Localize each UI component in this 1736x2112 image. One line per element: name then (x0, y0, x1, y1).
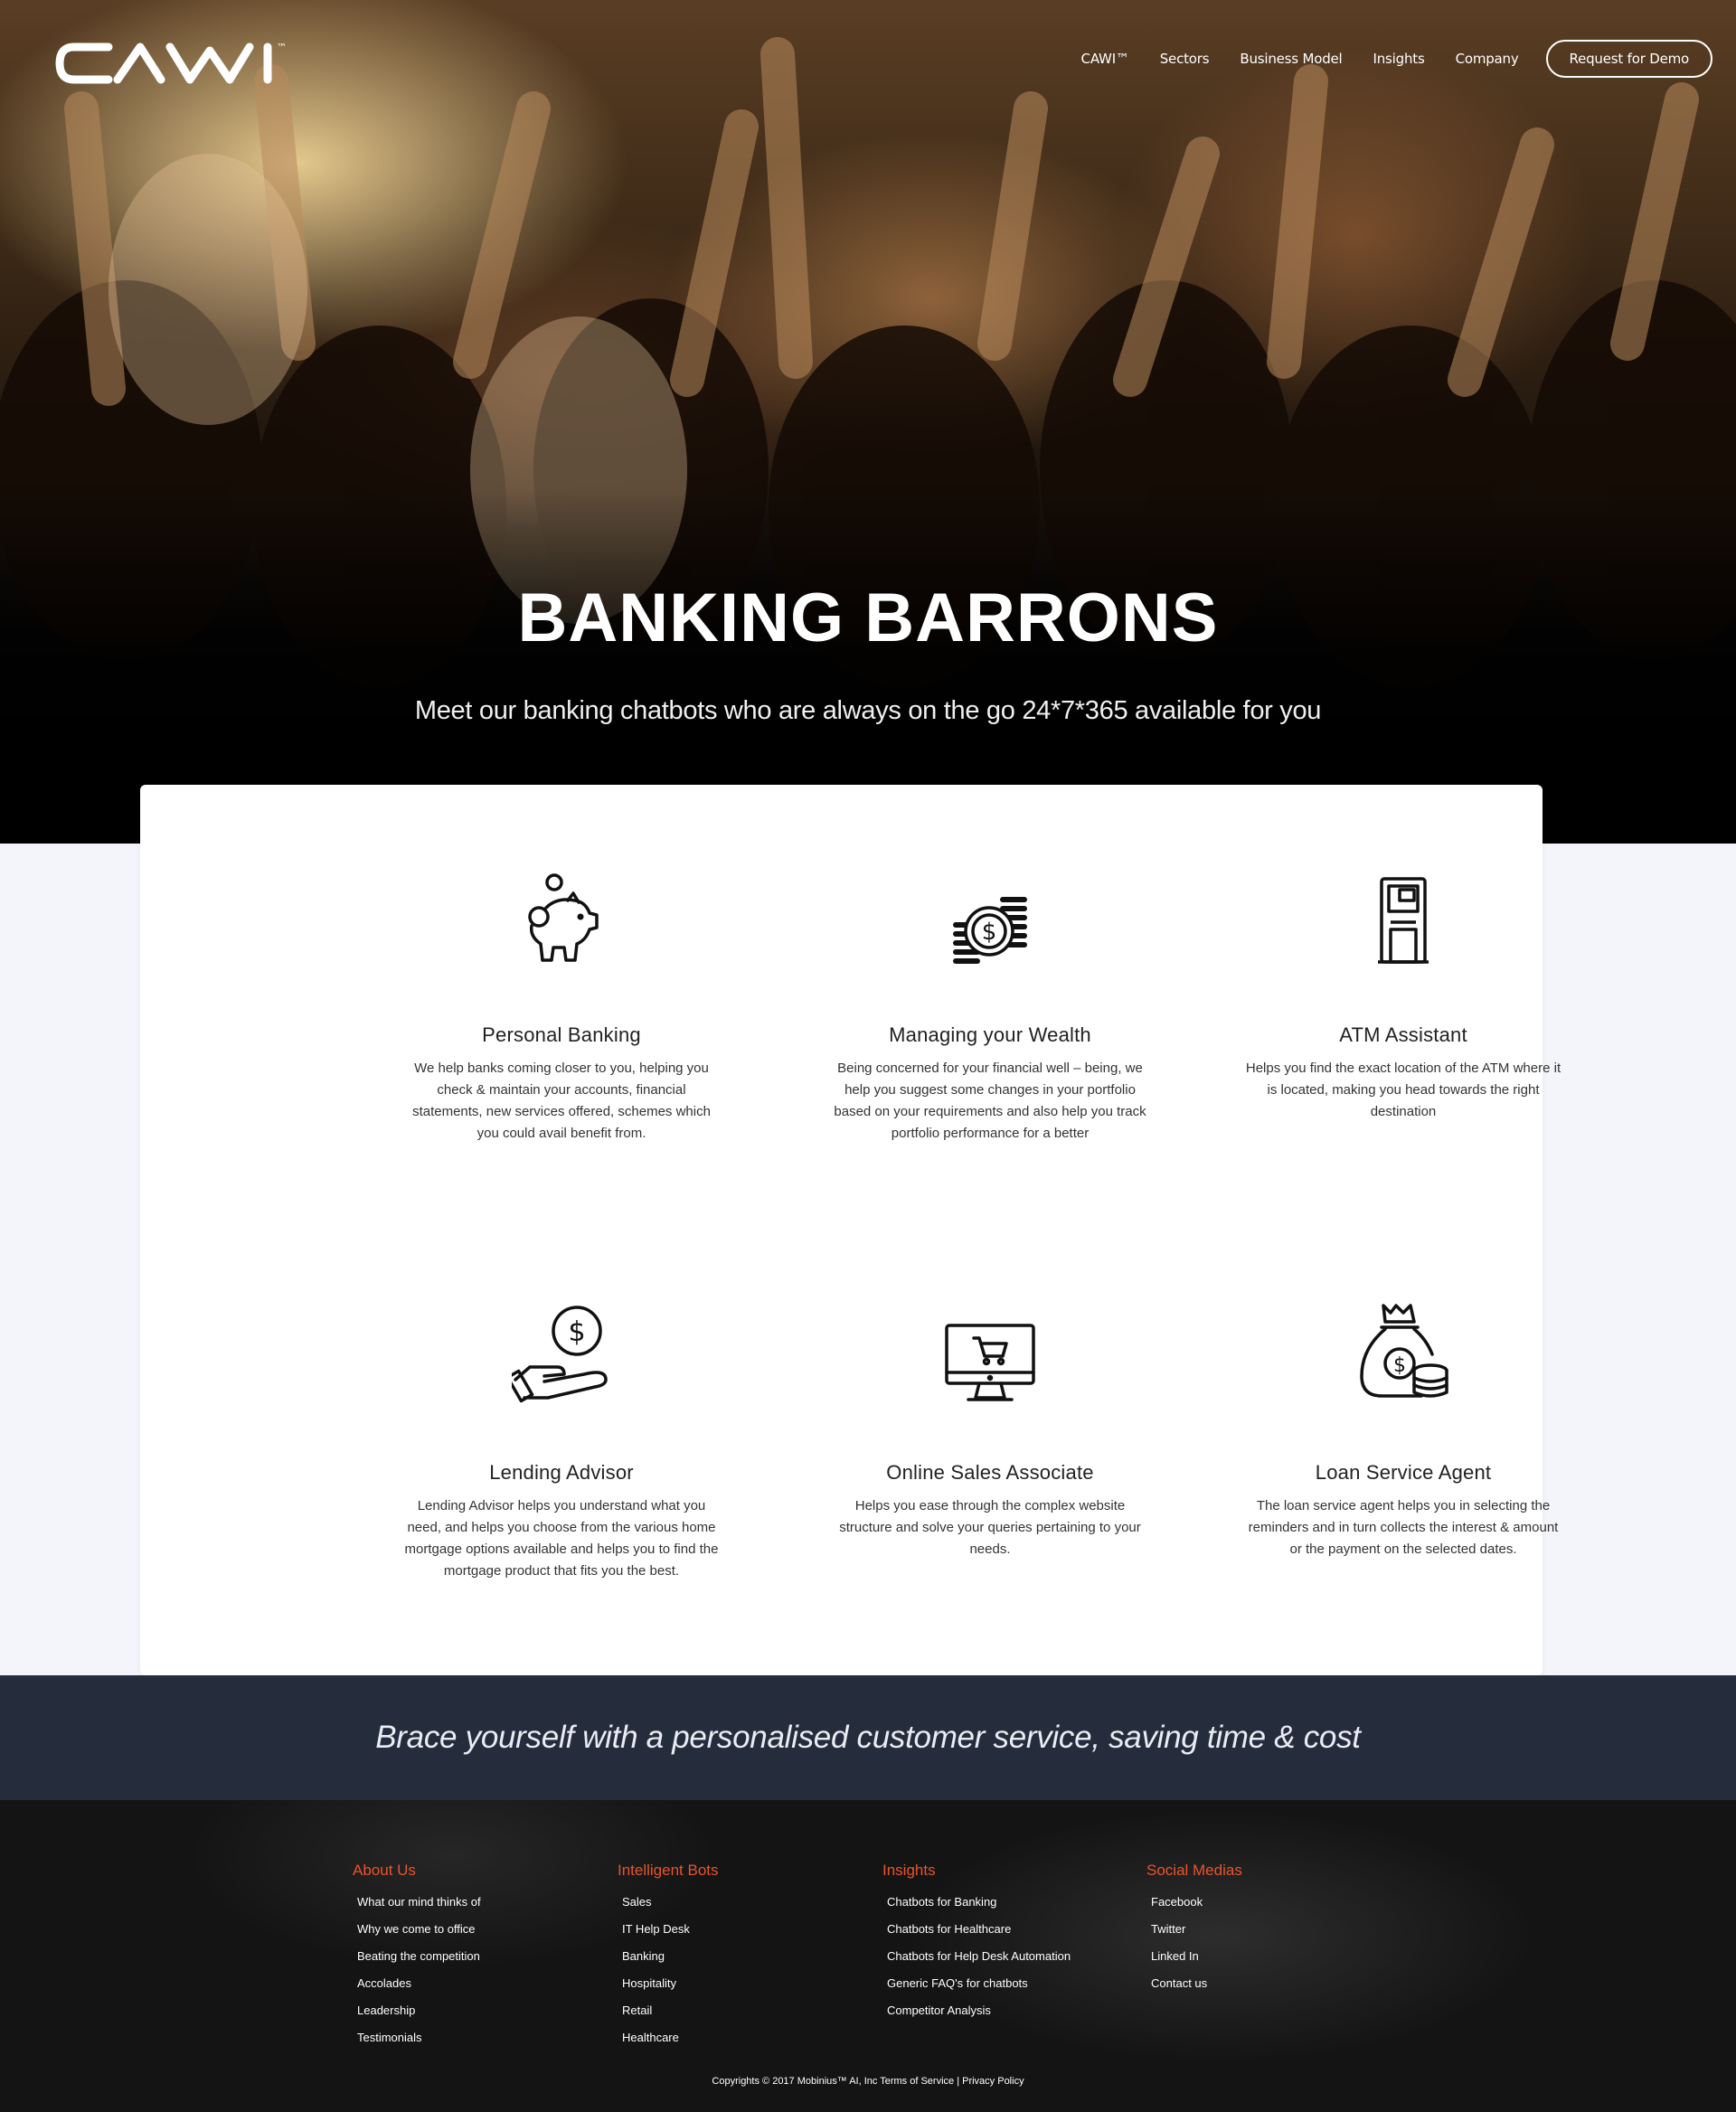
footer-heading: Insights (882, 1862, 936, 1879)
hand-coin-icon: $ (354, 1304, 769, 1403)
nav-insights[interactable]: Insights (1373, 51, 1425, 67)
footer-column-about: About Us What our mind thinks of Why we … (353, 1862, 481, 2051)
footer-link[interactable]: IT Help Desk (622, 1916, 719, 1943)
feature-text: Helps you find the exact location of the… (1245, 1061, 1561, 1119)
feature-managing-wealth: $ Managing your Wealth Being concerned f… (782, 866, 1198, 1145)
feature-online-sales: Online Sales Associate Helps you ease th… (782, 1304, 1198, 1560)
footer-link[interactable]: Competitor Analysis (887, 1997, 1071, 2024)
nav-company[interactable]: Company (1456, 51, 1519, 67)
banner-text: Brace yourself with a personalised custo… (375, 1720, 1361, 1755)
feature-title: Loan Service Agent (1315, 1461, 1492, 1484)
hero-section: ™ CAWI™ Sectors Business Model Insights … (0, 0, 1736, 844)
feature-title: Online Sales Associate (886, 1461, 1094, 1484)
feature-title: Personal Banking (482, 1023, 641, 1046)
feature-text: The loan service agent helps you in sele… (1248, 1498, 1559, 1557)
tagline-banner: Brace yourself with a personalised custo… (0, 1675, 1736, 1800)
request-demo-button[interactable]: Request for Demo (1545, 40, 1712, 78)
feature-atm-assistant: ATM Assistant Helps you find the exact l… (1195, 866, 1611, 1123)
footer-link[interactable]: Banking (622, 1943, 719, 1970)
monitor-cart-icon (782, 1304, 1198, 1403)
footer-link[interactable]: What our mind thinks of (357, 1889, 481, 1916)
svg-text:$: $ (1393, 1354, 1406, 1377)
footer-link[interactable]: Why we come to office (357, 1916, 481, 1943)
footer-column-intelligent-bots: Intelligent Bots Sales IT Help Desk Bank… (618, 1862, 719, 2051)
footer-heading: About Us (353, 1862, 416, 1879)
money-bag-icon: $ (1195, 1304, 1611, 1403)
atm-icon (1195, 866, 1611, 966)
logo-trademark: ™ (277, 42, 287, 53)
copyright-text: Copyrights © 2017 Mobinius™ AI, Inc Term… (712, 2076, 1024, 2087)
footer-link[interactable]: Leadership (357, 1997, 481, 2024)
main-nav: CAWI™ Sectors Business Model Insights Co… (1081, 40, 1712, 78)
cawi-logo-mark: ™ (55, 42, 287, 84)
svg-text:$: $ (982, 919, 997, 946)
nav-cawi[interactable]: CAWI™ (1081, 51, 1129, 67)
feature-title: Managing your Wealth (889, 1023, 1091, 1046)
footer: About Us What our mind thinks of Why we … (0, 1800, 1736, 2112)
footer-link[interactable]: Chatbots for Banking (887, 1889, 1071, 1916)
feature-loan-service: $ Loan Service Agent The loan service ag… (1195, 1304, 1611, 1560)
footer-link-twitter[interactable]: Twitter (1151, 1916, 1242, 1943)
footer-link[interactable]: Testimonials (357, 2024, 481, 2051)
footer-link[interactable]: Chatbots for Help Desk Automation (887, 1943, 1071, 1970)
feature-lending-advisor: $ Lending Advisor Lending Advisor helps … (354, 1304, 769, 1582)
nav-business-model[interactable]: Business Model (1240, 51, 1342, 67)
svg-text:$: $ (568, 1316, 585, 1348)
footer-column-social: Social Medias Facebook Twitter Linked In… (1146, 1862, 1242, 1997)
footer-link[interactable]: Healthcare (622, 2024, 719, 2051)
footer-heading: Intelligent Bots (618, 1862, 719, 1879)
footer-heading: Social Medias (1146, 1862, 1242, 1879)
footer-column-insights: Insights Chatbots for Banking Chatbots f… (882, 1862, 1071, 2024)
footer-link-facebook[interactable]: Facebook (1151, 1889, 1242, 1916)
footer-link[interactable]: Accolades (357, 1970, 481, 1997)
coins-icon: $ (782, 866, 1198, 966)
footer-link[interactable]: Generic FAQ's for chatbots (887, 1970, 1071, 1997)
hero-subtitle: Meet our banking chatbots who are always… (414, 696, 1322, 725)
feature-text: Being concerned for your financial well … (834, 1061, 1146, 1141)
footer-link[interactable]: Retail (622, 1997, 719, 2024)
feature-text: Lending Advisor helps you understand wha… (404, 1498, 719, 1579)
nav-sectors[interactable]: Sectors (1160, 51, 1210, 67)
footer-link-linkedin[interactable]: Linked In (1151, 1943, 1242, 1970)
feature-text: We help banks coming closer to you, help… (412, 1061, 711, 1141)
feature-text: Helps you ease through the complex websi… (839, 1498, 1141, 1557)
footer-link[interactable]: Hospitality (622, 1970, 719, 1997)
footer-link[interactable]: Chatbots for Healthcare (887, 1916, 1071, 1943)
footer-link[interactable]: Beating the competition (357, 1943, 481, 1970)
feature-personal-banking: Personal Banking We help banks coming cl… (354, 866, 769, 1145)
footer-link[interactable]: Sales (622, 1889, 719, 1916)
features-card: Personal Banking We help banks coming cl… (140, 785, 1561, 1675)
feature-title: ATM Assistant (1339, 1023, 1467, 1046)
cawi-logo[interactable]: ™ (54, 40, 326, 91)
piggy-bank-icon (354, 866, 769, 966)
feature-title: Lending Advisor (489, 1461, 634, 1484)
hero-title: BANKING BARRONS (517, 580, 1219, 656)
footer-link-contact[interactable]: Contact us (1151, 1970, 1242, 1997)
